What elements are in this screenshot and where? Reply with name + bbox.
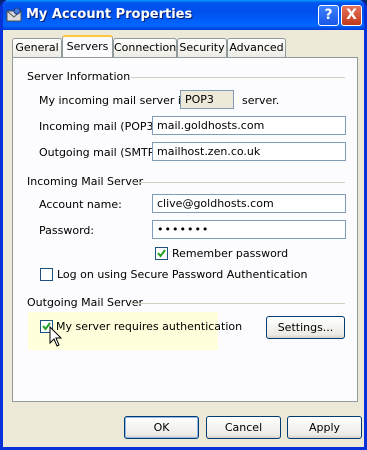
group-divider [131, 303, 345, 304]
cancel-button[interactable]: Cancel [206, 416, 281, 439]
servers-tab-panel: Server Information My incoming mail serv… [12, 57, 358, 402]
account-properties-window: My Account Properties ? X General Server… [0, 0, 367, 450]
spa-checkbox[interactable] [40, 268, 53, 281]
incoming-server-heading: Incoming Mail Server [27, 175, 144, 188]
outgoing-mail-label: Outgoing mail (SMTP): [39, 146, 163, 159]
check-mark-icon [157, 249, 166, 258]
ok-button[interactable]: OK [124, 416, 199, 439]
server-type-field: POP3 [180, 90, 234, 109]
close-button[interactable]: X [341, 5, 362, 26]
server-auth-label[interactable]: My server requires authentication [56, 320, 242, 333]
password-input[interactable]: ••••••• [152, 220, 346, 239]
tab-connection[interactable]: Connection [113, 38, 177, 57]
password-label: Password: [39, 224, 95, 237]
title-bar[interactable]: My Account Properties ? X [3, 0, 364, 30]
incoming-mail-label: Incoming mail (POP3): [39, 120, 162, 133]
apply-button[interactable]: Apply [287, 416, 362, 439]
account-name-label: Account name: [39, 198, 122, 211]
incoming-server-type-prefix: My incoming mail server is a [39, 94, 197, 107]
help-button[interactable]: ? [318, 5, 339, 26]
spa-label[interactable]: Log on using Secure Password Authenticat… [57, 268, 308, 281]
mail-account-icon [6, 7, 22, 22]
settings-button[interactable]: Settings... [266, 316, 345, 339]
account-name-input[interactable]: clive@goldhosts.com [152, 194, 346, 213]
remember-password-label[interactable]: Remember password [172, 247, 288, 260]
incoming-server-type-suffix: server. [242, 94, 280, 107]
server-info-heading: Server Information [27, 70, 131, 83]
tab-advanced[interactable]: Advanced [227, 38, 286, 57]
window-title: My Account Properties [26, 7, 193, 22]
mouse-cursor-icon [49, 326, 63, 347]
tab-servers[interactable]: Servers [62, 35, 113, 57]
remember-password-checkbox[interactable] [155, 247, 168, 260]
incoming-mail-input[interactable]: mail.goldhosts.com [152, 116, 346, 135]
outgoing-mail-input[interactable]: mailhost.zen.co.uk [152, 142, 346, 161]
tab-general[interactable]: General [12, 38, 62, 57]
tab-security[interactable]: Security [177, 38, 227, 57]
outgoing-server-heading: Outgoing Mail Server [27, 296, 144, 309]
group-divider [131, 77, 345, 78]
group-divider [133, 182, 345, 183]
